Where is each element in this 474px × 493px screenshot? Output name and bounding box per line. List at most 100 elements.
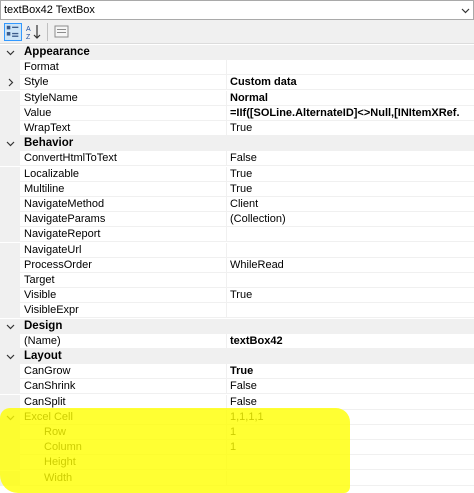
column-divider[interactable] xyxy=(226,197,227,212)
property-row[interactable]: NavigateParams (Collection) xyxy=(0,212,474,228)
row-gutter xyxy=(0,257,20,273)
category-design[interactable]: Design xyxy=(0,318,474,334)
property-value[interactable]: textBox42 xyxy=(230,335,474,347)
column-divider[interactable] xyxy=(226,166,227,182)
category-layout[interactable]: Layout xyxy=(0,349,474,364)
property-row[interactable]: NavigateReport xyxy=(0,227,474,243)
column-divider[interactable] xyxy=(226,257,227,273)
collapse-icon[interactable] xyxy=(6,413,15,422)
property-value[interactable]: True xyxy=(230,365,474,377)
column-divider[interactable] xyxy=(226,227,227,243)
expand-icon[interactable] xyxy=(6,78,15,87)
property-row[interactable]: Excel Cell 1,1,1,1 xyxy=(0,409,474,425)
property-row[interactable]: NavigateMethod Client xyxy=(0,197,474,212)
property-row[interactable]: Style Custom data xyxy=(0,75,474,91)
column-divider[interactable] xyxy=(226,242,227,258)
row-gutter xyxy=(0,455,20,471)
column-divider[interactable] xyxy=(226,455,227,471)
column-divider[interactable] xyxy=(226,121,227,136)
property-row[interactable]: CanGrow True xyxy=(0,364,474,380)
property-value[interactable]: Custom data xyxy=(230,76,474,88)
property-value[interactable]: False xyxy=(230,380,474,392)
property-row[interactable]: Format xyxy=(0,60,474,76)
object-selector-label: textBox42 TextBox xyxy=(4,4,95,16)
collapse-icon[interactable] xyxy=(6,139,15,148)
column-divider[interactable] xyxy=(226,181,227,197)
column-divider[interactable] xyxy=(226,425,227,440)
svg-text:A: A xyxy=(26,26,31,33)
column-divider[interactable] xyxy=(226,75,227,91)
row-gutter xyxy=(0,151,20,167)
property-value[interactable]: (Collection) xyxy=(230,213,474,225)
category-appearance[interactable]: Appearance xyxy=(0,45,474,60)
property-value[interactable]: =IIf([SOLine.AlternateID]<>Null,[INItemX… xyxy=(230,107,474,119)
column-divider[interactable] xyxy=(226,394,227,410)
property-row[interactable]: CanSplit False xyxy=(0,394,474,410)
column-divider[interactable] xyxy=(226,273,227,288)
property-row[interactable]: Width xyxy=(0,470,474,486)
property-row[interactable]: VisibleExpr xyxy=(0,303,474,319)
property-name: CanGrow xyxy=(24,365,71,378)
property-row[interactable]: WrapText True xyxy=(0,121,474,136)
property-value[interactable]: True xyxy=(230,289,474,301)
property-value[interactable]: False xyxy=(230,396,474,408)
property-row[interactable]: Localizable True xyxy=(0,166,474,182)
column-divider[interactable] xyxy=(226,60,227,76)
column-divider[interactable] xyxy=(226,303,227,319)
column-divider[interactable] xyxy=(226,288,227,304)
row-gutter xyxy=(0,60,20,76)
property-value[interactable]: True xyxy=(230,122,474,134)
column-divider[interactable] xyxy=(226,379,227,395)
categorized-icon xyxy=(6,25,19,37)
row-gutter xyxy=(0,121,20,136)
column-divider[interactable] xyxy=(226,90,227,106)
property-value[interactable]: Normal xyxy=(230,92,474,104)
property-row[interactable]: Multiline True xyxy=(0,181,474,197)
chevron-down-icon[interactable] xyxy=(461,6,470,15)
categorized-button[interactable] xyxy=(4,23,22,41)
property-name: ProcessOrder xyxy=(24,258,92,271)
property-value[interactable]: True xyxy=(230,183,474,195)
property-row[interactable]: Target xyxy=(0,273,474,288)
property-row[interactable]: CanShrink False xyxy=(0,379,474,395)
column-divider[interactable] xyxy=(226,105,227,121)
property-row[interactable]: Visible True xyxy=(0,288,474,304)
column-divider[interactable] xyxy=(226,440,227,456)
property-row[interactable]: ConvertHtmlToText False xyxy=(0,151,474,167)
alphabetical-button[interactable]: A Z xyxy=(25,23,43,41)
property-row[interactable]: Value =IIf([SOLine.AlternateID]<>Null,[IN… xyxy=(0,105,474,121)
property-value[interactable]: True xyxy=(230,168,474,180)
property-row[interactable]: NavigateUrl xyxy=(0,242,474,258)
property-row[interactable]: Row 1 xyxy=(0,425,474,440)
property-value[interactable]: Client xyxy=(230,198,474,210)
column-divider[interactable] xyxy=(226,333,227,349)
property-row[interactable]: StyleName Normal xyxy=(0,90,474,106)
property-row[interactable]: ProcessOrder WhileRead xyxy=(0,257,474,273)
property-pages-button[interactable] xyxy=(53,23,71,41)
column-divider[interactable] xyxy=(226,151,227,167)
collapse-icon[interactable] xyxy=(6,48,15,57)
column-divider[interactable] xyxy=(226,212,227,228)
row-gutter xyxy=(0,105,20,121)
property-row[interactable]: (Name) textBox42 xyxy=(0,333,474,349)
property-name: Format xyxy=(24,61,59,74)
property-name: Target xyxy=(24,274,55,286)
property-value[interactable]: 1 xyxy=(230,441,474,453)
row-gutter xyxy=(0,470,20,486)
property-value[interactable]: WhileRead xyxy=(230,259,474,271)
category-behavior[interactable]: Behavior xyxy=(0,136,474,152)
object-selector[interactable]: textBox42 TextBox xyxy=(0,0,474,20)
property-row[interactable]: Column 1 xyxy=(0,440,474,456)
collapse-icon[interactable] xyxy=(6,352,15,361)
property-name: ConvertHtmlToText xyxy=(24,152,117,165)
collapse-icon[interactable] xyxy=(6,322,15,331)
property-value[interactable]: False xyxy=(230,152,474,164)
column-divider[interactable] xyxy=(226,364,227,380)
column-divider[interactable] xyxy=(226,470,227,486)
property-row[interactable]: Height xyxy=(0,455,474,471)
property-value[interactable]: 1 xyxy=(230,426,474,438)
property-value[interactable]: 1,1,1,1 xyxy=(230,411,474,423)
column-divider[interactable] xyxy=(226,409,227,425)
property-name: NavigateMethod xyxy=(24,198,105,210)
property-name: NavigateParams xyxy=(24,213,106,226)
